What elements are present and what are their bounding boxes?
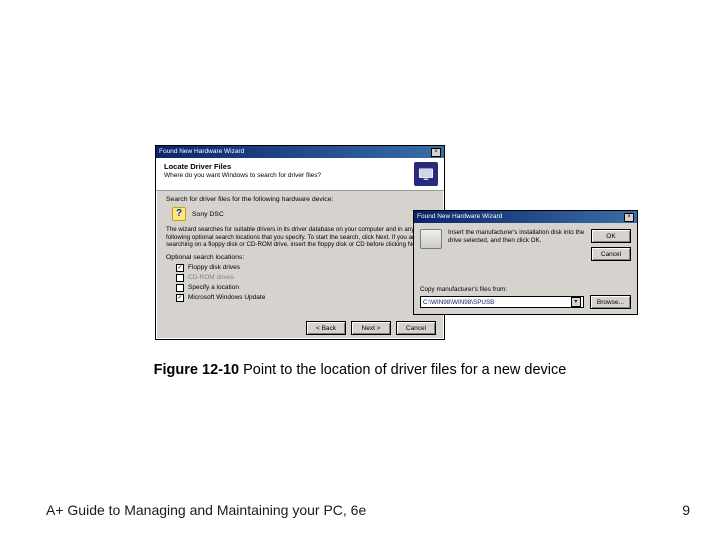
path-value: C:\WIN98\WIN98\SPUSB — [423, 299, 494, 306]
dlg1-header-sub: Where do you want Windows to search for … — [164, 172, 408, 179]
checkbox-icon[interactable]: ✓ — [176, 294, 184, 302]
cancel-button[interactable]: Cancel — [396, 321, 436, 335]
close-icon[interactable]: × — [431, 148, 441, 157]
dlg1-title: Found New Hardware Wizard — [159, 146, 244, 158]
dlg1-lead: Search for driver files for the followin… — [166, 196, 434, 203]
device-name: Sony DSC — [192, 211, 224, 218]
locate-driver-files-dialog: Found New Hardware Wizard × Locate Drive… — [155, 145, 445, 340]
device-row: Sony DSC — [172, 207, 434, 221]
options-group: ✓ Floppy disk drives CD-ROM drives Speci… — [166, 263, 434, 303]
checkbox-icon[interactable] — [176, 284, 184, 292]
opt-specify[interactable]: Specify a location — [176, 283, 434, 293]
opt-floppy[interactable]: ✓ Floppy disk drives — [176, 263, 434, 273]
path-combobox[interactable]: C:\WIN98\WIN98\SPUSB ▾ — [420, 296, 584, 308]
dlg1-body: Search for driver files for the followin… — [156, 191, 444, 303]
figure-number: Figure 12-10 — [154, 362, 239, 378]
cancel-button[interactable]: Cancel — [591, 247, 631, 261]
checkbox-icon[interactable] — [176, 274, 184, 282]
slide: Found New Hardware Wizard × Locate Drive… — [0, 0, 720, 540]
dlg2-titlebar: Found New Hardware Wizard × — [414, 211, 637, 223]
opt-cdrom[interactable]: CD-ROM drives — [176, 273, 434, 283]
opt-label: CD-ROM drives — [188, 273, 234, 283]
screenshot-composite: Found New Hardware Wizard × Locate Drive… — [155, 145, 655, 340]
next-button[interactable]: Next > — [351, 321, 391, 335]
dlg1-paragraph: The wizard searches for suitable drivers… — [166, 226, 434, 249]
dlg2-message: Insert the manufacturer's installation d… — [448, 229, 585, 245]
dlg1-header: Locate Driver Files Where do you want Wi… — [156, 158, 444, 191]
opt-label: Microsoft Windows Update — [188, 293, 265, 303]
floppy-disk-icon — [420, 229, 442, 249]
slide-footer: A+ Guide to Managing and Maintaining you… — [46, 502, 690, 518]
chevron-down-icon[interactable]: ▾ — [571, 297, 581, 307]
checkbox-icon[interactable]: ✓ — [176, 264, 184, 272]
wizard-icon — [414, 162, 438, 186]
insert-disk-dialog: Found New Hardware Wizard × Insert the m… — [413, 210, 638, 315]
dlg2-top: Insert the manufacturer's installation d… — [414, 223, 637, 265]
dlg2-bottom: Copy manufacturer's files from: C:\WIN98… — [420, 286, 631, 309]
footer-book-title: A+ Guide to Managing and Maintaining you… — [46, 502, 366, 518]
dlg1-titlebar: Found New Hardware Wizard × — [156, 146, 444, 158]
opt-windows-update[interactable]: ✓ Microsoft Windows Update — [176, 293, 434, 303]
dlg1-footer: < Back Next > Cancel — [306, 321, 436, 335]
figure-text: Point to the location of driver files fo… — [239, 362, 566, 378]
opt-label: Specify a location — [188, 283, 239, 293]
figure-caption: Figure 12-10 Point to the location of dr… — [0, 362, 720, 378]
footer-page-number: 9 — [682, 502, 690, 518]
back-button[interactable]: < Back — [306, 321, 346, 335]
dlg1-header-title: Locate Driver Files — [164, 162, 408, 171]
unknown-device-icon — [172, 207, 186, 221]
dlg2-title: Found New Hardware Wizard — [417, 211, 502, 223]
opt-label: Floppy disk drives — [188, 263, 240, 273]
options-label: Optional search locations: — [166, 254, 434, 261]
copy-from-label: Copy manufacturer's files from: — [420, 286, 631, 293]
close-icon[interactable]: × — [624, 213, 634, 222]
browse-button[interactable]: Browse... — [590, 295, 631, 309]
ok-button[interactable]: OK — [591, 229, 631, 243]
